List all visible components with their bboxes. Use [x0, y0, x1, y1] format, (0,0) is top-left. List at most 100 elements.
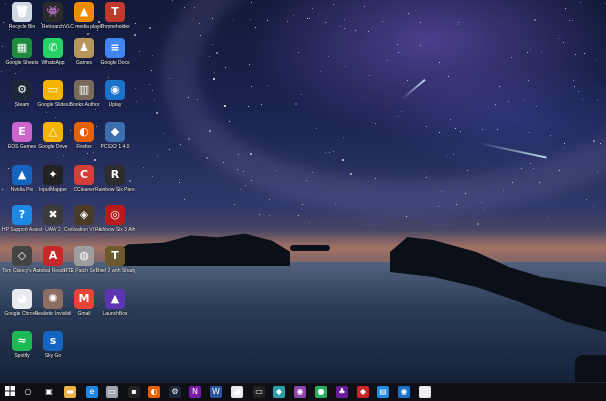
star	[213, 72, 215, 74]
star	[251, 1, 253, 3]
desktop-shortcut[interactable]: ♟ Games	[68, 38, 100, 78]
cortana-icon[interactable]: ○	[22, 386, 34, 398]
star	[223, 105, 226, 108]
app-3-icon[interactable]: ◆	[273, 386, 285, 398]
star	[269, 215, 271, 217]
app-6-icon[interactable]: ♣	[336, 386, 348, 398]
desktop-shortcut[interactable]: ◕ Google Chrome	[4, 289, 40, 329]
star	[200, 34, 202, 36]
star	[349, 173, 352, 176]
star	[582, 99, 584, 101]
star	[237, 168, 239, 170]
desktop-shortcut[interactable]: ◉ Uplay	[99, 80, 131, 120]
windows-start-icon[interactable]	[4, 386, 16, 398]
star	[208, 130, 211, 133]
desktop-shortcut[interactable]: 👾 Retroarch	[37, 2, 69, 42]
star	[563, 41, 565, 43]
gmail-icon: M	[74, 289, 94, 309]
app-7-icon[interactable]: ◆	[357, 386, 369, 398]
desktop-shortcut[interactable]: T Throneholder	[99, 2, 131, 42]
star	[557, 37, 559, 39]
steam-taskbar-icon[interactable]: ⚙	[169, 386, 181, 398]
realistic-icon: ✺	[43, 289, 63, 309]
desktop-shortcut[interactable]: ◆ PCSX2 1.4.0	[99, 122, 131, 162]
desktop-shortcut[interactable]: ✆ WhatsApp	[37, 38, 69, 78]
star	[188, 96, 190, 98]
star	[599, 142, 601, 144]
desktop-shortcut[interactable]: ?HP Support Assistant	[2, 205, 42, 245]
star	[244, 185, 246, 187]
photos-icon[interactable]: ▭	[106, 386, 118, 398]
app-5-icon[interactable]: ●	[315, 386, 327, 398]
app-9-icon[interactable]: ◫	[419, 386, 431, 398]
desktop-shortcut[interactable]: A Acrobat Reader DC	[33, 246, 73, 286]
app-4-icon[interactable]: ◉	[294, 386, 306, 398]
star	[354, 29, 356, 31]
star	[574, 86, 576, 88]
civilization-icon: ◈	[74, 205, 94, 225]
rainbow-six-3-icon: ◎	[105, 205, 125, 225]
desktop-shortcut[interactable]: ✖ UAW 2	[37, 205, 69, 245]
star	[298, 51, 300, 53]
desktop-shortcut[interactable]: C CCleaner	[68, 165, 100, 205]
star	[238, 154, 240, 156]
desktop-shortcut[interactable]: M Gmail	[68, 289, 100, 329]
desktop-shortcut[interactable]: ✺ Realistic Invisibil	[35, 289, 71, 329]
tom-clancy-icon: ◇	[12, 246, 32, 266]
star	[179, 144, 181, 146]
desktop-shortcut-label: Rainbow Six 3 Athena Sword	[95, 227, 135, 233]
star	[450, 118, 452, 120]
app-8-icon[interactable]: ▤	[377, 386, 389, 398]
star	[455, 203, 457, 205]
desktop-shortcut[interactable]: T Thief 2 with Shady X	[95, 246, 135, 286]
uplay-taskbar-icon[interactable]: ◉	[398, 386, 410, 398]
star	[341, 158, 344, 161]
star	[345, 65, 347, 67]
desktop-shortcut[interactable]: s Sky Go	[37, 331, 69, 371]
sky-go-icon: s	[43, 331, 63, 351]
desktop-shortcut-label: Thief 2 with Shady X	[95, 268, 135, 274]
task-view-icon[interactable]: ▣	[43, 386, 55, 398]
chrome-taskbar-icon[interactable]: ◕	[231, 386, 243, 398]
star	[156, 155, 158, 157]
desktop-shortcut[interactable]: ▦ Google Sheets	[5, 38, 39, 78]
star	[397, 116, 399, 118]
desktop-shortcut[interactable]: 🗑 Recycle Bin	[6, 2, 38, 42]
app-icon[interactable]: ▪	[128, 386, 140, 398]
star	[171, 0, 173, 1]
star	[508, 101, 510, 103]
desktop-shortcut[interactable]: ≡ Google Docs	[99, 38, 131, 78]
desktop-shortcut[interactable]: ≈ Spotify	[6, 331, 38, 371]
edge-icon[interactable]: e	[86, 386, 98, 398]
star	[426, 125, 428, 127]
file-explorer-icon[interactable]: ▬	[64, 386, 76, 398]
desktop-shortcut[interactable]: ▲ VLC media player	[64, 2, 104, 42]
desktop-shortcut[interactable]: ⚙ Steam	[6, 80, 38, 120]
app-2-icon[interactable]: ▭	[253, 386, 265, 398]
desktop-shortcut[interactable]: ◐ Firefox	[68, 122, 100, 162]
desktop-shortcut[interactable]: E EOS Games	[6, 122, 38, 162]
star	[212, 17, 214, 19]
star	[375, 177, 377, 179]
star	[533, 168, 535, 169]
desktop-shortcut[interactable]: ◇Tom Clancy's Rainbow Six	[2, 246, 42, 286]
desktop-shortcut[interactable]: ▥ iBooks Author	[68, 80, 100, 120]
desktop-shortcut[interactable]: R Rainbow Six Parent Shade	[95, 165, 135, 205]
desktop-shortcut[interactable]: ▭ Google Slides	[37, 80, 69, 120]
desktop-shortcut[interactable]: ▲ Nvidia Pix	[6, 165, 38, 205]
star	[511, 56, 513, 58]
star	[541, 51, 543, 53]
onenote-icon[interactable]: N	[189, 386, 201, 398]
desktop-shortcut[interactable]: ◎ Rainbow Six 3 Athena Sword	[95, 205, 135, 245]
desktop-shortcut[interactable]: ▲ LaunchBox	[99, 289, 131, 329]
vlc-icon: ▲	[74, 2, 94, 22]
desktop-shortcut[interactable]: ✦ InputMapper	[37, 165, 69, 205]
firefox-taskbar-icon[interactable]: ◐	[148, 386, 160, 398]
star	[169, 77, 171, 79]
desktop-shortcut[interactable]: ◈Civilization VI - A New Era	[64, 205, 104, 245]
word-icon[interactable]: W	[210, 386, 222, 398]
desktop-shortcut[interactable]: ◍ RTE Patch Selector	[64, 246, 104, 286]
ibooks-icon: ▥	[74, 80, 94, 100]
desktop-shortcut[interactable]: △ Google Drive	[37, 122, 69, 162]
star	[208, 55, 210, 57]
